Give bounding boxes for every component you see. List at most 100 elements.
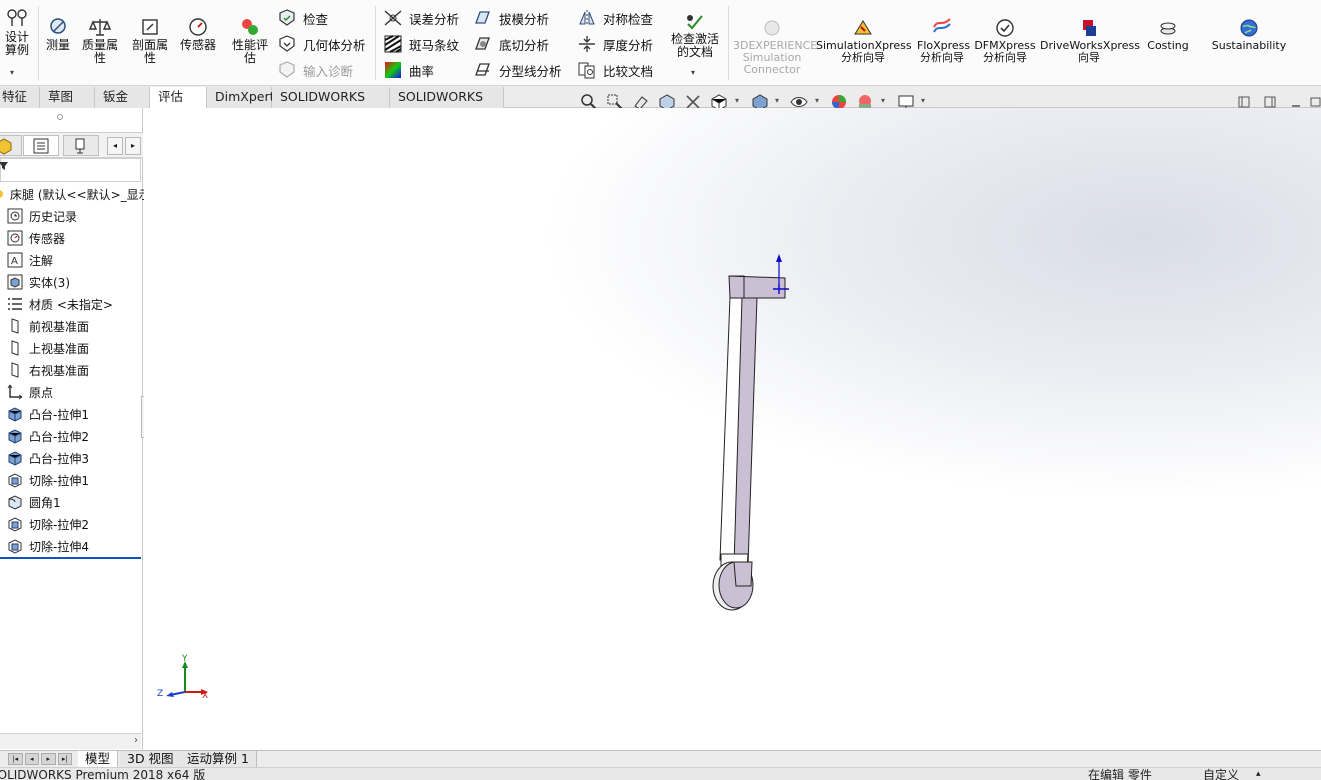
simulationxpress-label: SimulationXpress 分析向导 xyxy=(816,39,912,64)
feature-tree-icon xyxy=(0,137,12,155)
panel-grip-handle[interactable] xyxy=(57,114,63,120)
tab-0[interactable]: 特征 xyxy=(0,87,40,108)
feature-tree-root[interactable]: 床腿 (默认<<默认>_显示 xyxy=(0,183,151,205)
tabs-scroll-right-button[interactable]: ▸ xyxy=(125,137,141,155)
deviation-analysis-button[interactable]: 误差分析 xyxy=(383,8,459,28)
tab-feature-manager[interactable] xyxy=(0,135,22,156)
symmetry-check-label: 对称检查 xyxy=(603,11,654,27)
tree-item-cut-extrude4[interactable]: 切除-拉伸4 xyxy=(6,535,89,557)
dfmxpress-button[interactable]: DFMXpress 分析向导 xyxy=(972,18,1038,64)
costing-button[interactable]: Costing xyxy=(1138,18,1198,52)
boss-extrude-icon xyxy=(8,451,22,466)
scroll-right-arrow-icon[interactable]: › xyxy=(134,735,138,746)
compare-documents-label: 比较文档 xyxy=(603,63,654,79)
tab-configuration-manager[interactable] xyxy=(63,135,99,156)
symmetry-check-button[interactable]: 对称检查 xyxy=(577,8,653,28)
tree-item-history[interactable]: 历史记录 xyxy=(6,205,77,227)
performance-evaluation-button[interactable]: 性能评估 xyxy=(228,16,272,65)
tree-item-cut-extrude2[interactable]: 切除-拉伸2 xyxy=(6,513,89,535)
draft-analysis-label: 拔模分析 xyxy=(499,11,550,27)
measure-label: 测量 xyxy=(45,38,70,52)
status-custom-units[interactable]: 自定义 xyxy=(1203,769,1239,780)
tree-item-label: 上视基准面 xyxy=(29,341,90,356)
tree-item-cut-extrude1[interactable]: 切除-拉伸1 xyxy=(6,469,89,491)
reference-axis-arrow xyxy=(776,254,782,262)
tab-3[interactable]: 评估 xyxy=(150,87,207,108)
undercut-analysis-button[interactable]: 底切分析 xyxy=(473,34,549,54)
tab-3d-view[interactable]: 3D 视图 xyxy=(120,751,182,767)
tree-item-material[interactable]: 材质 <未指定> xyxy=(6,293,113,315)
import-diagnostics-button[interactable]: 输入诊断 xyxy=(277,60,353,80)
rollback-bar[interactable] xyxy=(0,557,141,559)
tree-item-boss-extrude1[interactable]: 凸台-拉伸1 xyxy=(6,403,89,425)
configuration-icon xyxy=(75,138,85,153)
thickness-analysis-button[interactable]: 厚度分析 xyxy=(577,34,653,54)
tree-item-top-plane[interactable]: 上视基准面 xyxy=(6,337,89,359)
tree-item-sensors[interactable]: 传感器 xyxy=(6,227,65,249)
check-active-document-button[interactable]: 检查激活的文档 xyxy=(666,12,724,59)
tree-item-origin[interactable]: 原点 xyxy=(6,381,53,403)
sustainability-globe-icon xyxy=(1240,19,1258,37)
tab-scroll-buttons[interactable]: |◂ ◂ ▸ ▸| xyxy=(8,753,72,765)
tree-item-solid-bodies[interactable]: 实体(3) xyxy=(6,271,70,293)
plane-icon xyxy=(11,318,19,334)
triad-label-x: X xyxy=(202,691,208,701)
part-model[interactable]: Y Z X xyxy=(144,108,1321,750)
3dexperience-simulation-connector-button[interactable]: 3DEXPERIENCE Simulation Connector xyxy=(733,18,818,76)
feature-filter-field[interactable] xyxy=(0,158,141,182)
sustainability-label: Sustainability xyxy=(1211,39,1287,52)
feature-manager-tabs: ◂ ▸ xyxy=(0,132,143,158)
tree-item-fillet1[interactable]: 圆角1 xyxy=(6,491,61,513)
units-dropdown-icon[interactable]: ▴ xyxy=(1256,768,1261,780)
zebra-stripes-button[interactable]: 斑马条纹 xyxy=(383,34,459,54)
tab-model[interactable]: 模型 xyxy=(78,751,119,767)
simulationxpress-button[interactable]: SimulationXpress 分析向导 xyxy=(816,18,912,64)
tab-4[interactable]: DimXpert xyxy=(207,87,275,108)
compare-documents-button[interactable]: 比较文档 xyxy=(577,60,653,80)
tree-item-annotations[interactable]: A 注解 xyxy=(6,249,53,271)
tab-2[interactable]: 钣金 xyxy=(95,87,150,108)
curvature-button[interactable]: 曲率 xyxy=(383,60,434,80)
section-properties-button[interactable]: 剖面属性 xyxy=(127,16,173,65)
parting-line-analysis-button[interactable]: 分型线分析 xyxy=(473,60,562,80)
scroll-first-icon[interactable]: |◂ xyxy=(8,753,23,765)
tabs-scroll-left-button[interactable]: ◂ xyxy=(107,137,123,155)
design-study-button[interactable]: 设计算例 xyxy=(0,8,34,57)
horizontal-scrollbar[interactable]: › xyxy=(0,733,141,749)
tree-item-right-plane[interactable]: 右视基准面 xyxy=(6,359,89,381)
tree-item-front-plane[interactable]: 前视基准面 xyxy=(6,315,89,337)
zebra-stripes-label: 斑马条纹 xyxy=(409,37,460,53)
triad-label-y: Y xyxy=(181,654,188,664)
sustainability-button[interactable]: Sustainability xyxy=(1205,18,1293,52)
tab-6[interactable]: SOLIDWORKS MBD xyxy=(390,87,504,124)
3dexperience-label: 3DEXPERIENCE Simulation Connector xyxy=(733,39,818,76)
tree-item-boss-extrude2[interactable]: 凸台-拉伸2 xyxy=(6,425,89,447)
parting-line-analysis-label: 分型线分析 xyxy=(499,63,562,79)
cut-extrude-icon xyxy=(8,517,22,532)
tile-icon xyxy=(1264,96,1276,108)
tab-motion-study-1[interactable]: 运动算例 1 xyxy=(180,751,257,767)
tab-property-manager[interactable] xyxy=(23,135,59,156)
mass-properties-button[interactable]: 质量属性 xyxy=(78,16,122,65)
tree-item-label: 凸台-拉伸2 xyxy=(29,429,89,444)
floxpress-button[interactable]: FloXpress 分析向导 xyxy=(913,18,971,64)
history-icon xyxy=(7,208,23,224)
cut-extrude-icon xyxy=(8,539,22,554)
scroll-prev-icon[interactable]: ◂ xyxy=(24,753,39,765)
check-button[interactable]: 检查 xyxy=(277,8,328,28)
tree-item-label: 材质 <未指定> xyxy=(29,297,113,312)
tab-5[interactable]: SOLIDWORKS 插件 xyxy=(272,87,390,124)
scroll-last-icon[interactable]: ▸| xyxy=(57,753,72,765)
deviation-analysis-icon xyxy=(384,10,402,26)
measure-button[interactable]: 测量 xyxy=(42,16,74,52)
geometry-analysis-button[interactable]: 几何体分析 xyxy=(277,34,366,54)
draft-analysis-button[interactable]: 拔模分析 xyxy=(473,8,549,28)
tree-item-label: 前视基准面 xyxy=(29,319,90,334)
sensor-button[interactable]: 传感器 xyxy=(176,16,220,52)
driveworksxpress-button[interactable]: DriveWorksXpress 向导 xyxy=(1040,18,1140,64)
scroll-next-icon[interactable]: ▸ xyxy=(41,753,56,765)
tab-1[interactable]: 草图 xyxy=(40,87,95,108)
graphics-area[interactable]: Y Z X xyxy=(144,108,1321,750)
measure-icon xyxy=(50,18,66,34)
tree-item-boss-extrude3[interactable]: 凸台-拉伸3 xyxy=(6,447,89,469)
